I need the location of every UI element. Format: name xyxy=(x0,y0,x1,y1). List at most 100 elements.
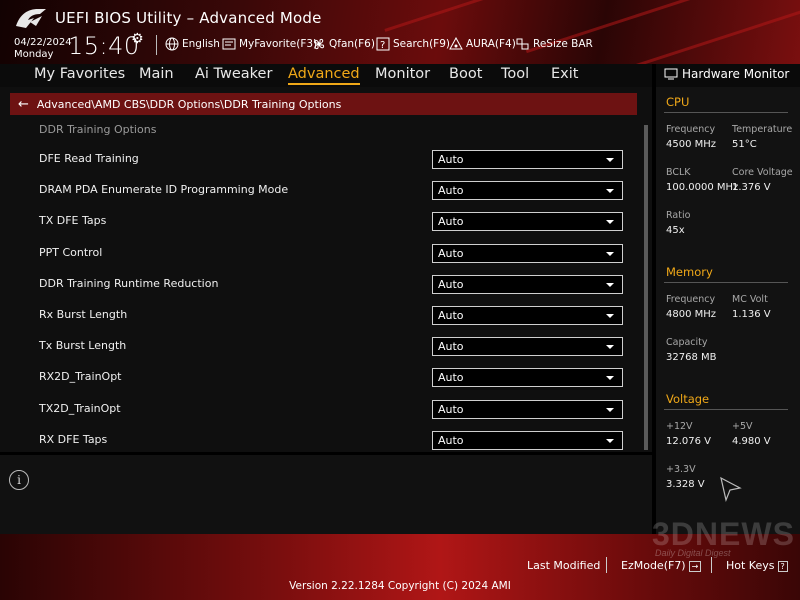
option-value: Auto xyxy=(438,402,464,416)
cpu-heading: CPU xyxy=(666,95,690,109)
divider xyxy=(606,557,607,573)
tab-monitor[interactable]: Monitor xyxy=(375,66,430,82)
memory-frequency-value: 4800 MHz xyxy=(666,309,717,320)
ezmode-button[interactable]: EzMode(F7) → xyxy=(621,559,702,572)
option-dropdown[interactable]: Auto xyxy=(432,274,623,294)
date-display: 04/22/2024 Monday xyxy=(14,37,72,61)
gear-icon[interactable]: ⚙ xyxy=(131,31,144,47)
option-label: RX2D_TrainOpt xyxy=(39,370,122,384)
core-voltage-value: 1.376 V xyxy=(732,182,771,193)
option-value: Auto xyxy=(438,309,464,322)
fan-icon xyxy=(313,38,325,50)
language-label: English xyxy=(182,38,220,50)
monitor-icon xyxy=(664,68,678,80)
cpu-temperature-label: Temperature xyxy=(732,124,793,135)
mc-volt-label: MC Volt xyxy=(732,294,768,305)
tab-tool[interactable]: Tool xyxy=(501,66,529,82)
capacity-value: 32768 MB xyxy=(666,352,717,363)
mouse-cursor-icon xyxy=(720,476,742,502)
option-value: Auto xyxy=(438,246,464,260)
settings-panel: ← Advanced\AMD CBS\DDR Options\DDR Train… xyxy=(0,87,652,452)
tab-advanced[interactable]: Advanced xyxy=(288,66,360,85)
dropdown-arrow-icon xyxy=(606,158,614,162)
hardware-monitor-label: Hardware Monitor xyxy=(682,67,790,81)
option-value: Auto xyxy=(438,371,464,385)
tab-ai-tweaker[interactable]: Ai Tweaker xyxy=(195,66,272,82)
favorite-icon xyxy=(222,38,236,50)
tab-exit[interactable]: Exit xyxy=(551,66,578,82)
voltage-heading: Voltage xyxy=(666,392,710,406)
option-dropdown[interactable]: Auto xyxy=(432,306,623,325)
svg-text:?: ? xyxy=(380,40,385,51)
option-dropdown[interactable]: Auto xyxy=(432,337,623,357)
option-dropdown[interactable]: Auto xyxy=(432,212,623,232)
dropdown-arrow-icon xyxy=(606,220,614,225)
question-icon: ? xyxy=(777,560,788,572)
weekday-text: Monday xyxy=(14,49,54,60)
core-voltage-label: Core Voltage xyxy=(732,167,793,178)
breadcrumb[interactable]: ← Advanced\AMD CBS\DDR Options\DDR Train… xyxy=(10,93,637,115)
back-arrow-icon[interactable]: ← xyxy=(18,97,29,112)
tab-my-favorites[interactable]: My Favorites xyxy=(34,66,125,82)
option-value: Auto xyxy=(438,340,464,354)
aura-button[interactable]: AURA(F4) xyxy=(449,37,516,51)
option-label: TX2D_TrainOpt xyxy=(39,401,121,415)
v5-value: 4.980 V xyxy=(732,436,771,447)
option-label: DRAM PDA Enumerate ID Programming Mode xyxy=(39,183,289,197)
scrollbar[interactable] xyxy=(644,125,648,450)
v5-label: +5V xyxy=(732,421,753,432)
v33-label: +3.3V xyxy=(666,464,696,475)
option-label: DDR Training Runtime Reduction xyxy=(39,276,219,290)
option-label: TX DFE Taps xyxy=(39,214,107,228)
option-dropdown[interactable]: Auto xyxy=(432,368,623,388)
bclk-label: BCLK xyxy=(666,167,691,178)
cpu-frequency-value: 4500 MHz xyxy=(666,139,717,150)
version-text: Version 2.22.1284 Copyright (C) 2024 AMI xyxy=(289,580,511,592)
dropdown-arrow-icon xyxy=(606,314,614,318)
ezmode-label: EzMode(F7) xyxy=(621,559,686,572)
tab-boot[interactable]: Boot xyxy=(449,66,482,82)
ratio-label: Ratio xyxy=(666,210,691,221)
option-dropdown[interactable]: Auto xyxy=(432,243,623,263)
qfan-button[interactable]: Qfan(F6) xyxy=(312,37,375,51)
option-value: Auto xyxy=(438,215,464,229)
option-label: Rx Burst Length xyxy=(39,308,128,321)
resize-bar-icon xyxy=(516,38,529,50)
watermark-tagline: Daily Digital Digest xyxy=(655,548,731,558)
aura-icon xyxy=(449,37,463,50)
option-dropdown[interactable]: Auto xyxy=(432,430,623,450)
main-menu: My Favorites Main Ai Tweaker Advanced Mo… xyxy=(0,64,652,87)
dropdown-arrow-icon xyxy=(606,251,614,256)
option-dropdown[interactable]: Auto xyxy=(432,181,623,201)
v12-value: 12.076 V xyxy=(666,436,712,447)
divider xyxy=(664,282,788,283)
language-button[interactable]: English xyxy=(165,37,220,51)
resize-bar-button[interactable]: ReSize BAR xyxy=(516,37,593,51)
clock[interactable]: 15:40 xyxy=(68,32,140,60)
myfavorite-label: MyFavorite(F3) xyxy=(239,38,318,50)
option-dropdown[interactable]: Auto xyxy=(432,399,623,419)
option-label: RX DFE Taps xyxy=(39,432,108,446)
search-button[interactable]: ? Search(F9) xyxy=(376,37,450,51)
option-dropdown[interactable]: Auto xyxy=(432,150,623,169)
capacity-label: Capacity xyxy=(666,337,708,348)
dropdown-arrow-icon xyxy=(606,189,614,194)
divider xyxy=(711,557,712,573)
cpu-temperature-value: 51°C xyxy=(732,139,757,150)
option-value: Auto xyxy=(438,184,464,198)
hardware-monitor-title: Hardware Monitor xyxy=(664,67,789,81)
hot-keys-button[interactable]: Hot Keys? xyxy=(726,559,788,572)
divider xyxy=(664,409,788,410)
memory-heading: Memory xyxy=(666,265,713,279)
bclk-value: 100.0000 MHz xyxy=(666,182,739,193)
qfan-label: Qfan(F6) xyxy=(329,38,375,50)
tab-main[interactable]: Main xyxy=(139,66,174,82)
last-modified-button[interactable]: Last Modified xyxy=(527,559,600,572)
myfavorite-button[interactable]: MyFavorite(F3) xyxy=(222,37,317,51)
help-panel: i xyxy=(0,452,652,534)
option-value: Auto xyxy=(438,153,464,166)
hardware-monitor-panel: Hardware Monitor CPU Frequency Temperatu… xyxy=(656,64,800,534)
cpu-frequency-label: Frequency xyxy=(666,124,716,135)
option-value: Auto xyxy=(438,277,464,291)
breadcrumb-path: Advanced\AMD CBS\DDR Options\DDR Trainin… xyxy=(36,97,342,111)
